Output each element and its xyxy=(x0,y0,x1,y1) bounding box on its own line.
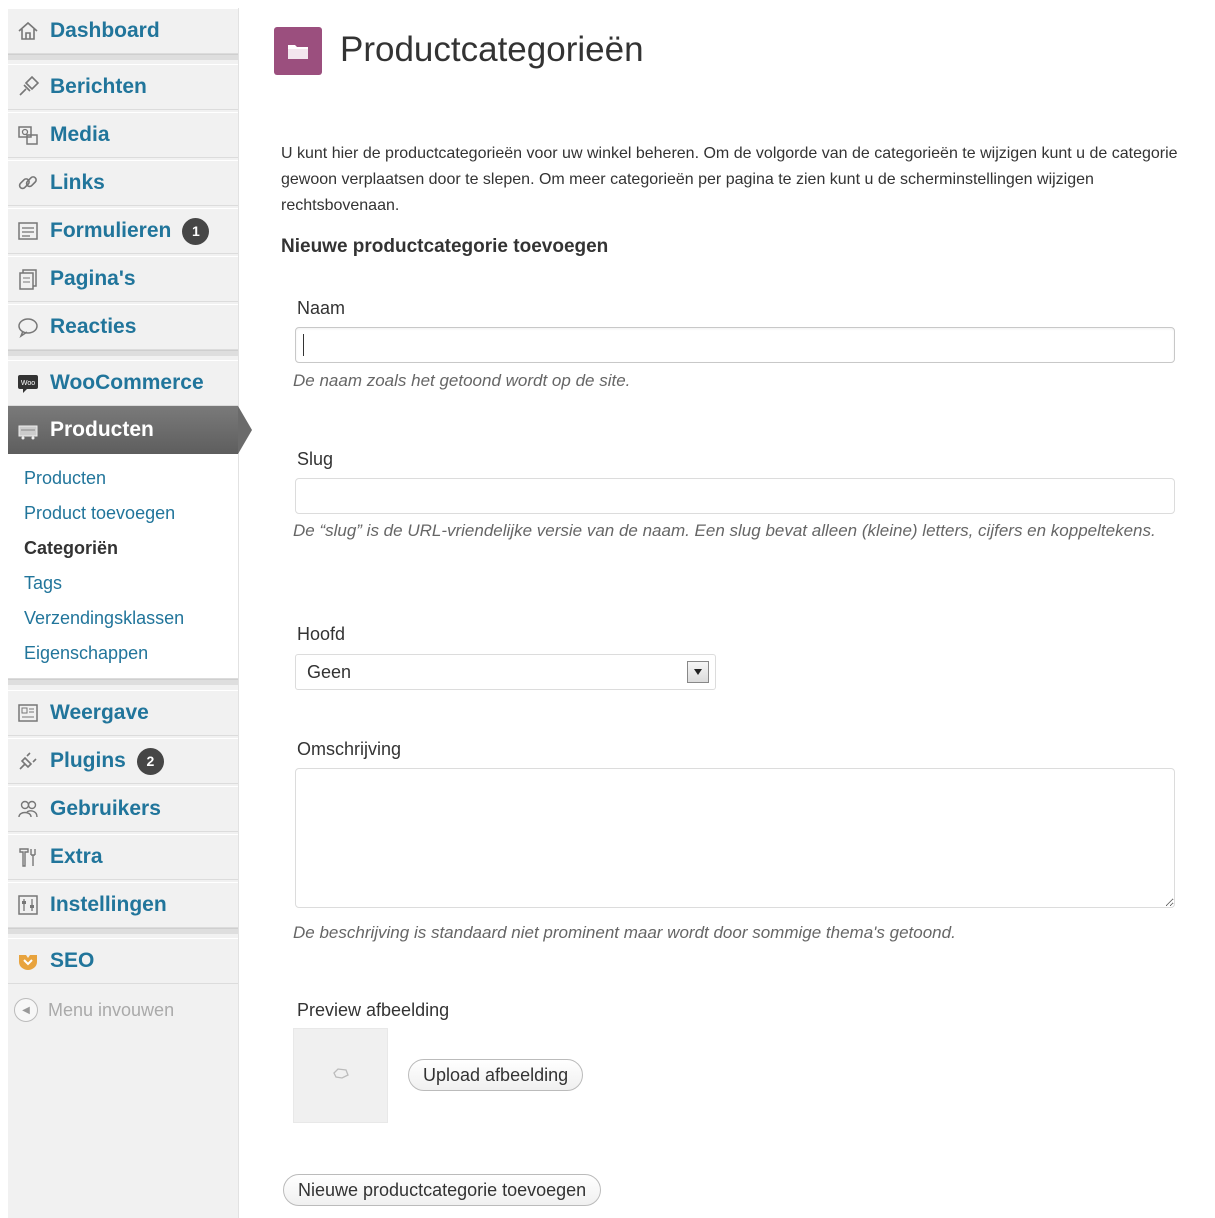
menu-label-instellingen: Instellingen xyxy=(50,893,167,916)
menu-item-weergave[interactable]: Weergave xyxy=(8,690,238,736)
appearance-icon xyxy=(15,700,41,726)
name-hint: De naam zoals het getoond wordt op de si… xyxy=(293,371,631,390)
menu-item-gebruikers[interactable]: Gebruikers xyxy=(8,786,238,832)
menu-separator xyxy=(8,679,238,685)
menu-item-formulieren[interactable]: Formulieren 1 xyxy=(8,208,238,254)
menu-label-formulieren: Formulieren xyxy=(50,219,172,242)
menu-label-paginas: Pagina's xyxy=(50,267,136,290)
menu-label-extra: Extra xyxy=(50,845,103,868)
submenu-item-tags[interactable]: Tags xyxy=(24,573,62,594)
menu-label-links: Links xyxy=(50,171,105,194)
menu-label-reacties: Reacties xyxy=(50,315,137,338)
notification-badge: 2 xyxy=(136,747,164,775)
collapse-arrow-icon: ◀ xyxy=(14,998,38,1022)
settings-icon xyxy=(15,892,41,918)
media-icon xyxy=(15,122,41,148)
description-textarea[interactable] xyxy=(295,768,1175,908)
speech-bubble-icon xyxy=(15,314,41,340)
menu-item-producten[interactable]: Producten xyxy=(8,406,252,454)
pages-icon xyxy=(15,266,41,292)
tools-icon xyxy=(15,844,41,870)
parent-select-value: Geen xyxy=(307,661,352,682)
submenu-item-eigenschappen[interactable]: Eigenschappen xyxy=(24,643,148,664)
menu-label-producten: Producten xyxy=(50,418,154,441)
producten-submenu: Producten Product toevoegen Categoriën T… xyxy=(8,454,238,679)
seo-icon xyxy=(15,948,41,974)
menu-separator xyxy=(8,54,238,60)
plug-icon xyxy=(15,748,41,774)
menu-label-berichten: Berichten xyxy=(50,75,147,98)
text-caret xyxy=(303,334,304,356)
parent-label: Hoofd xyxy=(297,624,346,644)
notification-badge: 1 xyxy=(182,217,210,245)
slug-hint: De “slug” is de URL-vriendelijke versie … xyxy=(293,521,1156,540)
form-icon xyxy=(15,218,41,244)
menu-label-dashboard: Dashboard xyxy=(50,19,160,42)
slug-label: Slug xyxy=(297,449,334,469)
chain-link-icon xyxy=(15,170,41,196)
placeholder-image-icon xyxy=(332,1066,350,1085)
menu-item-media[interactable]: Media xyxy=(8,112,238,158)
image-placeholder xyxy=(293,1028,388,1123)
menu-label-plugins: Plugins xyxy=(50,749,126,772)
submenu-item-verzendingsklassen[interactable]: Verzendingsklassen xyxy=(24,608,184,629)
submenu-item-product-toevoegen[interactable]: Product toevoegen xyxy=(24,503,175,524)
products-icon xyxy=(15,417,41,443)
slug-input[interactable] xyxy=(295,478,1175,514)
menu-item-plugins[interactable]: Plugins 2 xyxy=(8,738,238,784)
menu-label-weergave: Weergave xyxy=(50,701,149,724)
menu-label-woocommerce: WooCommerce xyxy=(50,371,204,394)
description-label: Omschrijving xyxy=(297,739,402,759)
menu-label-media: Media xyxy=(50,123,110,146)
users-icon xyxy=(15,796,41,822)
collapse-menu-label: Menu invouwen xyxy=(48,999,175,1020)
menu-separator xyxy=(8,928,238,934)
menu-item-seo[interactable]: SEO xyxy=(8,938,238,984)
menu-separator xyxy=(8,350,238,356)
collapse-menu-button[interactable]: ◀ Menu invouwen xyxy=(14,998,174,1022)
page-title: Productcategorieën xyxy=(340,30,644,69)
menu-label-gebruikers: Gebruikers xyxy=(50,797,161,820)
menu-item-links[interactable]: Links xyxy=(8,160,238,206)
submenu-item-producten[interactable]: Producten xyxy=(24,468,106,489)
menu-item-dashboard[interactable]: Dashboard xyxy=(8,8,238,54)
intro-text: U kunt hier de productcategorieën voor u… xyxy=(281,145,1178,214)
menu-item-berichten[interactable]: Berichten xyxy=(8,64,238,110)
name-input[interactable] xyxy=(295,327,1175,363)
add-category-button[interactable]: Nieuwe productcategorie toevoegen xyxy=(283,1174,602,1206)
menu-item-paginas[interactable]: Pagina's xyxy=(8,256,238,302)
menu-item-instellingen[interactable]: Instellingen xyxy=(8,882,238,928)
admin-sidebar: Dashboard Berichten Media Links Formulie… xyxy=(8,8,252,1218)
pushpin-icon xyxy=(15,74,41,100)
form-heading: Nieuwe productcategorie toevoegen xyxy=(281,236,609,257)
chevron-down-icon[interactable] xyxy=(687,661,709,683)
parent-select[interactable]: Geen xyxy=(295,654,716,690)
menu-item-woocommerce[interactable]: Woo WooCommerce xyxy=(8,360,238,406)
woocommerce-icon: Woo xyxy=(15,370,41,396)
menu-item-reacties[interactable]: Reacties xyxy=(8,304,238,350)
description-hint: De beschrijving is standaard niet promin… xyxy=(293,923,956,942)
upload-image-button[interactable]: Upload afbeelding xyxy=(408,1059,584,1091)
name-label: Naam xyxy=(297,298,346,318)
menu-item-extra[interactable]: Extra xyxy=(8,834,238,880)
woo-logo-text: Woo xyxy=(21,380,35,387)
dashboard-icon xyxy=(15,18,41,44)
preview-label: Preview afbeelding xyxy=(297,1000,450,1020)
product-categories-icon xyxy=(274,27,322,75)
menu-label-seo: SEO xyxy=(50,949,95,972)
submenu-item-categorien[interactable]: Categoriën xyxy=(24,538,118,559)
